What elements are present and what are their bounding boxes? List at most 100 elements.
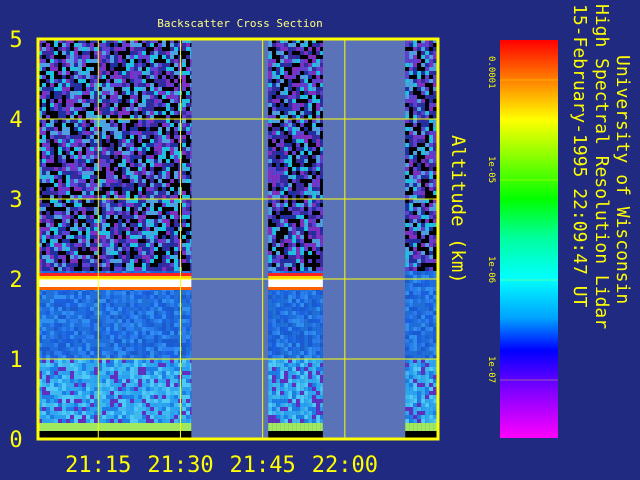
- data-cell: [114, 411, 118, 415]
- data-cell: [114, 143, 118, 147]
- data-cell: [90, 211, 94, 215]
- data-cell: [138, 323, 142, 327]
- data-cell: [150, 167, 154, 171]
- data-cell: [86, 147, 90, 151]
- data-cell: [78, 103, 82, 107]
- data-cell: [94, 407, 98, 411]
- data-cell: [186, 235, 190, 239]
- data-cell: [292, 407, 297, 411]
- data-cell: [122, 335, 126, 339]
- data-cell: [146, 315, 150, 319]
- data-cell: [46, 151, 50, 155]
- data-cell: [78, 343, 82, 347]
- data-cell: [166, 55, 170, 59]
- data-cell: [42, 183, 46, 187]
- data-cell: [308, 407, 313, 411]
- data-cell: [62, 307, 66, 311]
- data-cell: [146, 383, 150, 387]
- data-cell: [106, 319, 110, 323]
- data-cell: [182, 167, 186, 171]
- data-cell: [118, 143, 122, 147]
- data-cell: [42, 427, 46, 431]
- data-cell: [300, 47, 305, 51]
- data-cell: [94, 211, 98, 215]
- data-cell: [170, 347, 174, 351]
- data-cell: [292, 107, 297, 111]
- data-cell: [86, 167, 90, 171]
- data-cell: [46, 367, 50, 371]
- data-cell: [166, 251, 170, 255]
- data-cell: [150, 179, 154, 183]
- data-cell: [126, 139, 130, 143]
- data-cell: [292, 215, 297, 219]
- data-cell: [174, 43, 178, 47]
- data-cell: [42, 411, 46, 415]
- data-cell: [162, 399, 166, 403]
- data-cell: [106, 75, 110, 79]
- data-cell: [126, 131, 130, 135]
- data-cell: [158, 111, 162, 115]
- data-cell: [284, 215, 289, 219]
- data-cell: [288, 247, 293, 251]
- data-cell: [86, 311, 90, 315]
- data-cell: [272, 235, 277, 239]
- data-cell: [50, 111, 54, 115]
- data-cell: [74, 79, 78, 83]
- data-cell: [268, 79, 273, 83]
- data-cell: [46, 383, 50, 387]
- data-cell: [50, 323, 54, 327]
- data-cell: [304, 175, 309, 179]
- data-cell: [288, 263, 293, 267]
- data-cell: [284, 179, 289, 183]
- data-cell: [110, 259, 114, 263]
- data-cell: [304, 307, 309, 311]
- data-cell: [122, 307, 126, 311]
- data-cell: [78, 399, 82, 403]
- data-cell: [130, 103, 134, 107]
- data-cell: [146, 375, 150, 379]
- data-cell: [190, 331, 192, 335]
- data-cell: [114, 323, 118, 327]
- data-cell: [190, 363, 192, 367]
- data-cell: [74, 111, 78, 115]
- data-cell: [66, 91, 70, 95]
- data-cell: [122, 395, 126, 399]
- data-cell: [70, 399, 74, 403]
- data-cell: [94, 303, 98, 307]
- data-cell: [186, 419, 190, 423]
- data-cell: [186, 351, 190, 355]
- data-cell: [300, 303, 305, 307]
- data-cell: [90, 335, 94, 339]
- data-cell: [296, 303, 301, 307]
- data-cell: [134, 55, 138, 59]
- data-cell: [70, 403, 74, 407]
- data-cell: [62, 131, 66, 135]
- data-cell: [62, 415, 66, 419]
- data-cell: [138, 295, 142, 299]
- data-cell: [66, 391, 70, 395]
- data-cell: [182, 135, 186, 139]
- data-cell: [106, 383, 110, 387]
- data-cell: [288, 83, 293, 87]
- data-cell: [58, 167, 62, 171]
- data-cell: [90, 323, 94, 327]
- data-cell: [174, 135, 178, 139]
- data-cell: [272, 183, 277, 187]
- data-cell: [110, 391, 114, 395]
- data-cell: [272, 291, 277, 295]
- data-cell: [292, 75, 297, 79]
- data-cell: [62, 79, 66, 83]
- data-cell: [118, 371, 122, 375]
- data-cell: [300, 179, 305, 183]
- data-cell: [110, 63, 114, 67]
- data-cell: [94, 179, 98, 183]
- data-cell: [146, 207, 150, 211]
- data-cell: [170, 111, 174, 115]
- data-cell: [78, 351, 82, 355]
- data-cell: [292, 263, 297, 267]
- data-cell: [66, 103, 70, 107]
- data-cell: [70, 239, 74, 243]
- data-cell: [150, 331, 154, 335]
- data-cell: [288, 195, 293, 199]
- data-cell: [94, 91, 98, 95]
